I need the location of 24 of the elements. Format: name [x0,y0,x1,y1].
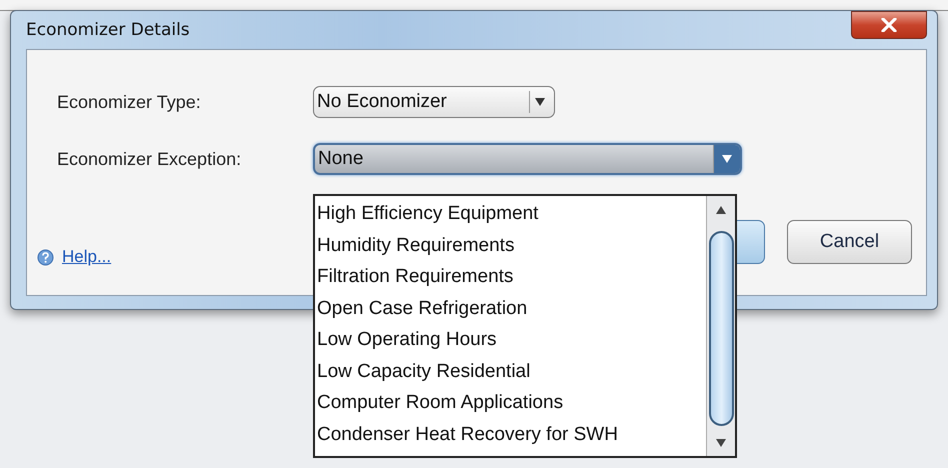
combo-box[interactable]: No Economizer [313,86,555,118]
dropdown-arrow-icon [721,154,733,164]
list-option[interactable]: Filtration Requirements [315,261,706,292]
list-option[interactable]: Humidity Requirements [315,230,706,261]
close-button[interactable] [851,11,927,39]
list-option[interactable]: Low Capacity Residential [315,356,706,387]
window-title: Economizer Details [26,20,190,40]
list-option[interactable]: High Efficiency Equipment [315,198,706,230]
list-option[interactable]: Computer Room Applications [315,387,706,418]
help-link[interactable]: Help... [37,247,112,267]
list-option[interactable]: Condenser Heat Recovery for SWH [315,418,706,450]
field-label: Economizer Exception: [57,148,242,170]
field-label: Economizer Type: [57,92,202,112]
scroll-thumb[interactable] [708,231,734,426]
dropdown-arrow-icon [534,97,546,107]
scrollbar[interactable] [706,196,735,456]
help-icon [37,248,54,266]
list-option[interactable]: Open Case Refrigeration [315,292,706,324]
scroll-down-icon [715,438,727,448]
combo-box[interactable]: None [313,143,742,175]
list-option[interactable]: Low Operating Hours [315,324,706,356]
close-icon [881,18,897,32]
cancel-button[interactable]: Cancel [787,220,912,264]
scroll-up-icon [715,205,727,215]
